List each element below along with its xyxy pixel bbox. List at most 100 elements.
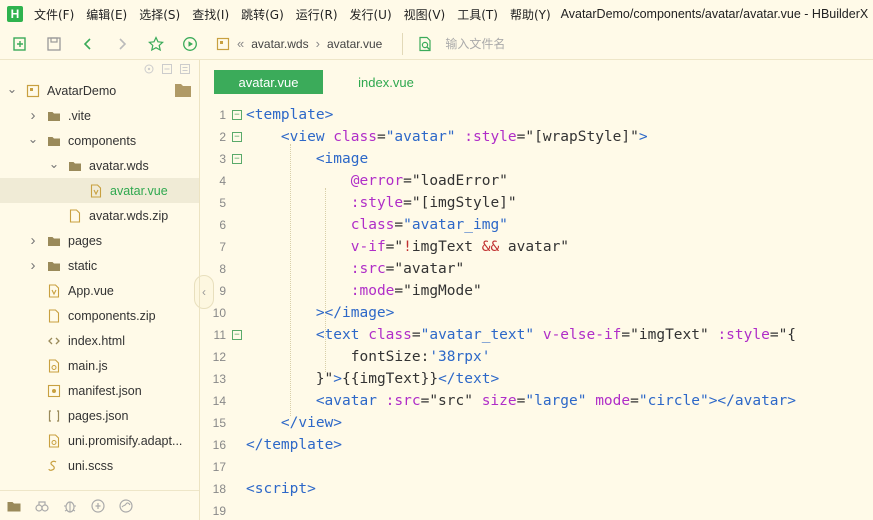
code-line[interactable]: 12fontSize:'38rpx': [200, 346, 873, 368]
menu-item[interactable]: 运行(R): [290, 6, 344, 23]
line-number: 12: [200, 350, 226, 364]
code-line[interactable]: 15</view>: [200, 412, 873, 434]
code-token: >: [333, 371, 342, 387]
file-search-input[interactable]: [445, 37, 645, 51]
code-line[interactable]: 4@error="loadError": [200, 170, 873, 192]
tree-item[interactable]: components.zip: [0, 303, 199, 328]
favorite-star-icon[interactable]: [142, 30, 170, 58]
tree-item[interactable]: uni.promisify.adapt...: [0, 428, 199, 453]
chevron-right-icon[interactable]: ›: [27, 260, 39, 272]
menu-item[interactable]: 选择(S): [133, 6, 186, 23]
chevron-down-icon[interactable]: ⌄: [48, 158, 60, 170]
code-line[interactable]: 1−<template>: [200, 104, 873, 126]
collapse-all-icon[interactable]: [161, 63, 173, 75]
breadcrumb-item-avatar-vue[interactable]: avatar.vue: [327, 37, 382, 51]
code-line[interactable]: 10></image>: [200, 302, 873, 324]
chevron-down-icon[interactable]: ⌄: [6, 83, 18, 95]
line-number: 8: [200, 262, 226, 276]
code-line[interactable]: 2−<view class="avatar" :style="[wrapStyl…: [200, 126, 873, 148]
new-file-icon[interactable]: [6, 30, 34, 58]
line-number: 18: [200, 482, 226, 496]
code-line[interactable]: 5:style="[imgStyle]": [200, 192, 873, 214]
file-search: [417, 36, 645, 52]
tree-item-label: avatar.vue: [110, 184, 168, 198]
code-token: class: [333, 129, 377, 145]
menu-item[interactable]: 文件(F): [28, 6, 80, 23]
chevron-down-icon[interactable]: ⌄: [27, 133, 39, 145]
code-editor[interactable]: 1−<template>2−<view class="avatar" :styl…: [200, 104, 873, 520]
tree-item[interactable]: ›pages: [0, 228, 199, 253]
fold-toggle-icon[interactable]: −: [232, 154, 242, 164]
chevron-right-icon[interactable]: ›: [27, 235, 39, 247]
debug-bug-icon[interactable]: [62, 498, 78, 514]
code-line[interactable]: 17: [200, 456, 873, 478]
line-number: 13: [200, 372, 226, 386]
fold-gutter: [232, 462, 242, 472]
source-control-icon[interactable]: [90, 498, 106, 514]
tree-item[interactable]: ⌄AvatarDemo: [0, 78, 199, 103]
menu-item[interactable]: 发行(U): [344, 6, 398, 23]
tree-item[interactable]: avatar.wds.zip: [0, 203, 199, 228]
menu-item[interactable]: 工具(T): [451, 6, 504, 23]
code-line[interactable]: 8:src="avatar": [200, 258, 873, 280]
back-icon[interactable]: [74, 30, 102, 58]
tree-item[interactable]: ⌄avatar.wds: [0, 153, 199, 178]
line-number: 15: [200, 416, 226, 430]
tree-item[interactable]: pages.json: [0, 403, 199, 428]
menu-item[interactable]: 帮助(Y): [504, 6, 557, 23]
fold-toggle-icon[interactable]: −: [232, 132, 242, 142]
code-token: &&: [482, 239, 499, 255]
html-file-icon: [47, 334, 61, 348]
code-line[interactable]: 7v-if="!imgText && avatar": [200, 236, 873, 258]
vue-file-icon: [47, 284, 61, 298]
tree-item[interactable]: ⌄components: [0, 128, 199, 153]
tree-item[interactable]: main.js: [0, 353, 199, 378]
code-line[interactable]: 6class="avatar_img": [200, 214, 873, 236]
code-text: }">{{imgText}}</text>: [246, 371, 499, 387]
code-token: :src: [386, 393, 421, 409]
tree-item[interactable]: avatar.vue: [0, 178, 199, 203]
open-folder-icon[interactable]: [175, 83, 191, 97]
code-line[interactable]: 19: [200, 500, 873, 520]
line-number: 5: [200, 196, 226, 210]
tree-item-label: static: [68, 259, 97, 273]
project-manager-icon[interactable]: [6, 498, 22, 514]
menu-item[interactable]: 编辑(E): [80, 6, 133, 23]
locate-icon[interactable]: [143, 63, 155, 75]
breadcrumb-item-avatar-wds[interactable]: avatar.wds: [251, 37, 308, 51]
code-token: </template>: [246, 437, 342, 453]
code-line[interactable]: 3−<image: [200, 148, 873, 170]
plugin-market-icon[interactable]: [34, 498, 50, 514]
chevron-right-icon[interactable]: ›: [27, 110, 39, 122]
code-line[interactable]: 16</template>: [200, 434, 873, 456]
tree-item[interactable]: index.html: [0, 328, 199, 353]
tree-item[interactable]: uni.scss: [0, 453, 199, 478]
code-line[interactable]: 14<avatar :src="src" size="large" mode="…: [200, 390, 873, 412]
tree-item[interactable]: App.vue: [0, 278, 199, 303]
code-line[interactable]: 11−<text class="avatar_text" v-else-if="…: [200, 324, 873, 346]
code-token: ></avatar>: [709, 393, 796, 409]
fold-toggle-icon[interactable]: −: [232, 110, 242, 120]
code-token: <avatar: [316, 393, 386, 409]
menu-items: 文件(F)编辑(E)选择(S)查找(I)跳转(G)运行(R)发行(U)视图(V)…: [28, 6, 557, 23]
explorer-menu-icon[interactable]: [179, 63, 191, 75]
tab-avatar-vue[interactable]: avatar.vue: [214, 70, 323, 94]
menu-item[interactable]: 查找(I): [186, 6, 235, 23]
save-icon[interactable]: [40, 30, 68, 58]
cloud-service-icon[interactable]: [118, 498, 134, 514]
code-line[interactable]: 18<script>: [200, 478, 873, 500]
tree-item[interactable]: › static: [0, 253, 199, 278]
menu-item[interactable]: 跳转(G): [235, 6, 290, 23]
tab-index-vue[interactable]: index.vue: [330, 70, 442, 94]
forward-icon[interactable]: [108, 30, 136, 58]
menu-item[interactable]: 视图(V): [398, 6, 452, 23]
fold-toggle-icon[interactable]: −: [232, 330, 242, 340]
code-line[interactable]: 13 }">{{imgText}}</text>: [200, 368, 873, 390]
tree-item[interactable]: manifest.json: [0, 378, 199, 403]
code-line[interactable]: 9:mode="imgMode": [200, 280, 873, 302]
tree-item[interactable]: ›.vite: [0, 103, 199, 128]
code-token: ="loadError": [403, 173, 508, 189]
code-token: </text>: [438, 371, 499, 387]
run-icon[interactable]: [176, 30, 204, 58]
folder-icon: [47, 259, 61, 273]
